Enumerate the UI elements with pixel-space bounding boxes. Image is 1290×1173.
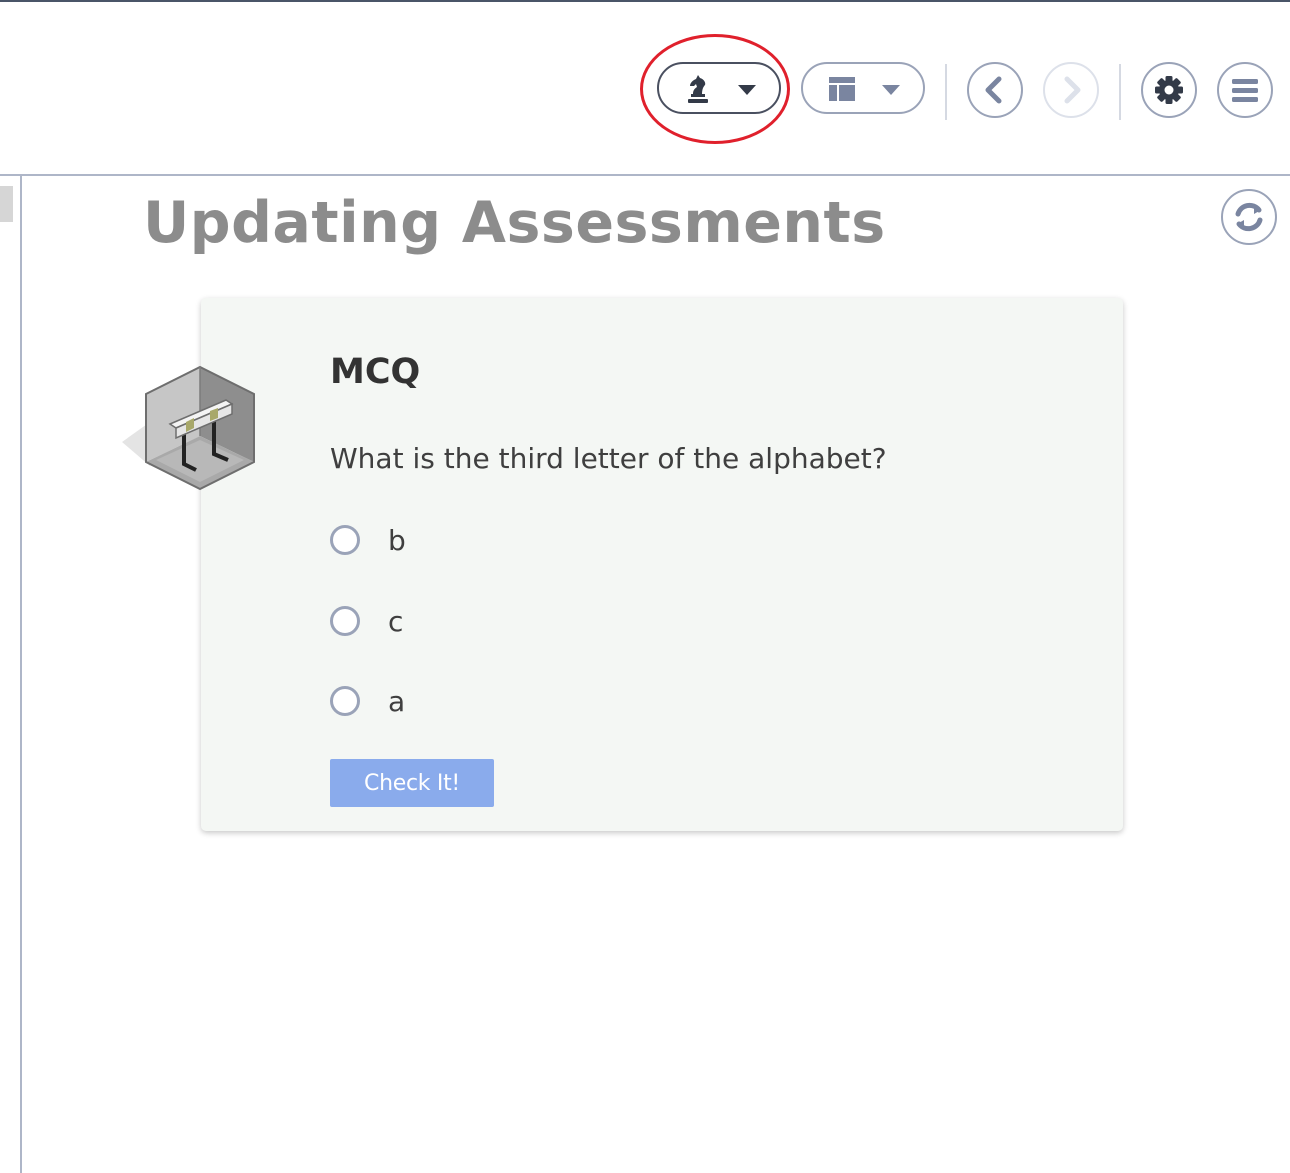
radio-button[interactable] [330,606,360,636]
radio-button[interactable] [330,525,360,555]
question-text: What is the third letter of the alphabet… [330,442,887,475]
caret-down-icon [738,85,756,95]
option-label: b [388,523,406,557]
app-page: Updating Assessments MCQ What is the thi… [0,0,1290,1173]
chevron-left-icon [985,76,1002,104]
settings-button[interactable] [1141,62,1197,118]
gear-icon [1155,76,1183,104]
option-label: a [388,684,406,718]
sidebar-scroll-handle[interactable] [0,186,13,222]
answer-option[interactable]: b [330,520,406,560]
hamburger-menu-icon [1232,79,1258,102]
top-toolbar [0,2,1290,174]
next-button[interactable] [1043,62,1099,118]
sidebar-rail [20,176,22,1173]
menu-button[interactable] [1217,62,1273,118]
previous-button[interactable] [967,62,1023,118]
radio-button[interactable] [330,686,360,716]
toolbar-separator [1119,64,1121,120]
refresh-icon [1235,202,1263,232]
chess-knight-icon [688,75,708,103]
assessment-cube-icon [122,365,255,491]
layout-dropdown[interactable] [801,62,925,114]
answer-option[interactable]: a [330,681,405,721]
card-title: MCQ [330,352,421,392]
mcq-card: MCQ What is the third letter of the alph… [201,298,1123,831]
check-it-button[interactable]: Check It! [330,759,494,807]
caret-down-icon [882,85,900,95]
refresh-button[interactable] [1221,189,1277,245]
toolbar-separator [945,64,947,120]
toolbar-divider [0,174,1290,176]
answer-option[interactable]: c [330,601,403,641]
mode-dropdown[interactable] [657,62,781,114]
layout-icon [829,77,855,101]
option-label: c [388,604,404,638]
chevron-right-icon [1064,76,1081,104]
page-title: Updating Assessments [143,190,886,256]
